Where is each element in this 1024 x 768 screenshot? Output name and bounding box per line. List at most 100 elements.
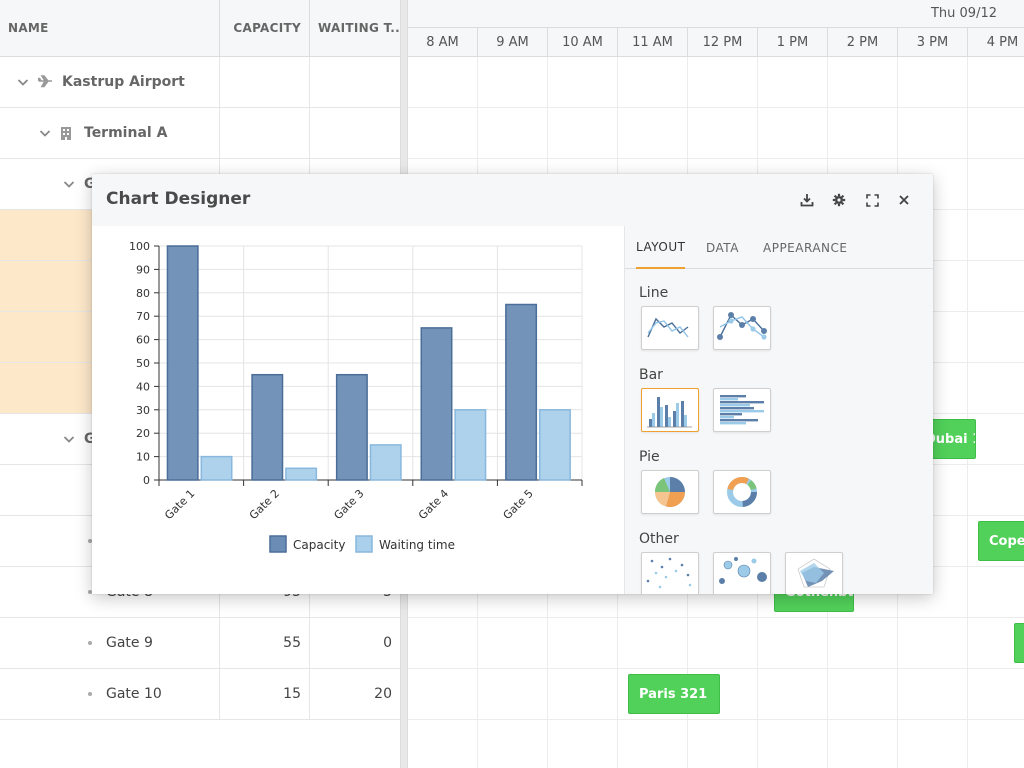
column-header-name[interactable]: NAME	[0, 0, 220, 56]
y-tick-label: 20	[136, 427, 150, 440]
radar-chart-thumb[interactable]	[785, 552, 843, 594]
timeline-row-line	[408, 668, 1024, 669]
timeline-event[interactable]: Copenhagen	[978, 521, 1024, 561]
bar-chart: 0 10 20 30 40 50 60 70 80 90 100 Gate 1 Gate 2 Gate 3…	[129, 240, 583, 553]
bullet-icon	[88, 641, 92, 645]
dialog-title: Chart Designer	[106, 189, 251, 209]
row-label: Terminal A	[84, 125, 168, 141]
column-chart-thumb[interactable]	[641, 388, 699, 432]
timeline-hour: 8 AM	[408, 28, 478, 56]
bar-capacity	[335, 373, 368, 481]
column-header-waiting[interactable]: WAITING T...	[310, 0, 400, 56]
y-tick-label: 100	[129, 240, 150, 253]
legend-label: Waiting time	[379, 538, 455, 552]
cell-capacity	[220, 57, 310, 107]
timeline-hour: 12 PM	[688, 28, 758, 56]
building-icon	[60, 126, 74, 140]
timeline-row-line	[408, 719, 1024, 720]
chevron-down-icon[interactable]	[16, 75, 30, 89]
timeline-header: Thu 09/12 8 AM 9 AM 10 AM 11 AM 12 PM 1 PM 2 P…	[408, 0, 1024, 57]
cell-waiting	[310, 108, 400, 158]
fullscreen-icon[interactable]	[862, 190, 882, 210]
bar-capacity	[251, 373, 284, 481]
chevron-down-icon[interactable]	[38, 126, 52, 140]
timeline-date: Thu 09/12	[930, 6, 997, 21]
timeline-row-line	[408, 158, 1024, 159]
bar-chart-thumb[interactable]	[713, 388, 771, 432]
bar-waiting-time	[538, 409, 571, 481]
y-tick-label: 80	[136, 287, 150, 300]
bar-capacity	[420, 327, 453, 481]
section-title-line: Line	[639, 285, 669, 301]
cell-name: Gate 9	[0, 618, 220, 668]
table-row[interactable]: Kastrup Airport	[0, 57, 400, 108]
row-label: Kastrup Airport	[62, 74, 185, 90]
bubble-chart-thumb[interactable]	[713, 552, 771, 594]
chart-designer-dialog: Chart Designer 0 10 20 30 40 50 60 70 80 90 100 Gat…	[92, 174, 933, 594]
dialog-header[interactable]: Chart Designer	[92, 174, 933, 226]
line-markers-chart-thumb[interactable]	[713, 306, 771, 350]
event-label: Copenhagen	[989, 533, 1024, 549]
table-row[interactable]: Terminal A	[0, 108, 400, 159]
section-title-pie: Pie	[639, 449, 660, 465]
timeline-row-line	[408, 107, 1024, 108]
donut-chart-thumb[interactable]	[713, 470, 771, 514]
bar-waiting-time	[200, 455, 233, 481]
bullet-icon	[88, 692, 92, 696]
y-tick-label: 70	[136, 310, 150, 323]
timeline-date-row: Thu 09/12	[408, 0, 1024, 28]
y-tick-label: 60	[136, 334, 150, 347]
timeline-event[interactable]: Paris 321	[628, 674, 720, 714]
timeline-hour: 3 PM	[898, 28, 968, 56]
tab-data[interactable]: DATA	[706, 226, 739, 269]
column-header-capacity[interactable]: CAPACITY	[220, 0, 310, 56]
x-tick-label: Gate 5	[501, 487, 536, 522]
bar-capacity	[505, 303, 538, 481]
line-chart-thumb[interactable]	[641, 306, 699, 350]
legend-label: Capacity	[293, 538, 345, 552]
cell-capacity: 15	[220, 669, 310, 719]
x-tick-label: Gate 2	[247, 487, 282, 522]
table-row[interactable]: Gate 10 15 20	[0, 669, 400, 720]
legend-swatch	[355, 535, 373, 553]
y-tick-label: 40	[136, 380, 150, 393]
chevron-down-icon[interactable]	[62, 432, 76, 446]
row-label: Gate 10	[106, 686, 162, 702]
event-label: Paris 321	[639, 686, 708, 702]
timeline-hour: 4 PM	[968, 28, 1024, 56]
y-tick-label: 0	[143, 474, 150, 487]
cell-name: Kastrup Airport	[0, 57, 220, 107]
tab-layout[interactable]: LAYOUT	[636, 226, 686, 269]
y-tick-label: 30	[136, 404, 150, 417]
cell-waiting: 20	[374, 686, 392, 702]
y-tick-label: 50	[136, 357, 150, 370]
tab-appearance[interactable]: APPEARANCE	[763, 226, 847, 269]
timeline-event[interactable]	[1014, 623, 1024, 663]
row-label: Gate 9	[106, 635, 153, 651]
timeline-hour: 11 AM	[618, 28, 688, 56]
table-row[interactable]: Gate 9 55 0	[0, 618, 400, 669]
scatter-chart-thumb[interactable]	[641, 552, 699, 594]
chevron-down-icon[interactable]	[62, 177, 76, 191]
pie-chart-thumb[interactable]	[641, 470, 699, 514]
section-title-bar: Bar	[639, 367, 663, 383]
grid-header: NAME CAPACITY WAITING T...	[0, 0, 400, 57]
cell-name: Terminal A	[0, 108, 220, 158]
cell-capacity: 55	[220, 618, 310, 668]
download-icon[interactable]	[797, 190, 817, 210]
close-icon[interactable]	[894, 190, 914, 210]
timeline-hour: 1 PM	[758, 28, 828, 56]
cell-capacity	[220, 108, 310, 158]
timeline-hour: 9 AM	[478, 28, 548, 56]
bar-waiting-time	[454, 409, 487, 481]
app: NAME CAPACITY WAITING T... Kastrup Airpo…	[0, 0, 1024, 768]
cell-name: Gate 10	[0, 669, 220, 719]
gear-icon[interactable]	[829, 190, 849, 210]
y-tick-label: 10	[136, 451, 150, 464]
bar-waiting-time	[369, 444, 402, 481]
section-title-other: Other	[639, 531, 679, 547]
cell-waiting: 0	[383, 635, 392, 651]
x-tick-label: Gate 3	[331, 487, 366, 522]
timeline-hour: 2 PM	[828, 28, 898, 56]
bar-capacity	[166, 245, 199, 481]
